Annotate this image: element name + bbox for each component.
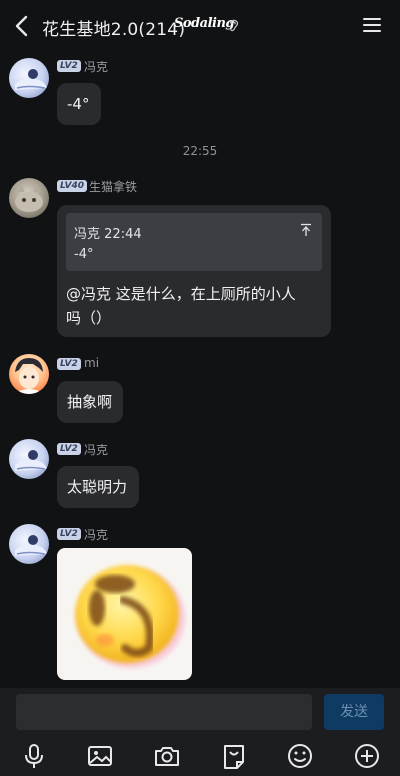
avatar[interactable] xyxy=(9,58,49,98)
plus-icon[interactable] xyxy=(353,742,381,770)
camera-icon[interactable] xyxy=(153,742,181,770)
avatar[interactable] xyxy=(9,354,49,394)
message-text-line: @冯克 这是什么，在上厕所的小人 xyxy=(66,285,296,303)
message-text: @冯克 这是什么，在上厕所的小人 吗（） xyxy=(66,282,326,330)
quote-text: -4° xyxy=(74,247,94,262)
message-input[interactable] xyxy=(16,694,312,730)
back-arrow-icon[interactable] xyxy=(12,14,32,38)
avatar-image xyxy=(13,358,45,394)
sender-name[interactable]: 冯克 xyxy=(84,526,108,543)
sender-name[interactable]: 冯克 xyxy=(84,58,108,75)
sender-name[interactable]: 生猫拿铁 xyxy=(89,178,137,195)
smiley-face-sticker xyxy=(75,565,185,668)
image-icon[interactable] xyxy=(86,742,114,770)
level-badge: LV40 xyxy=(57,180,87,192)
message-text: -4° xyxy=(67,95,90,113)
timestamp: 22:55 xyxy=(182,144,218,158)
level-badge: LV2 xyxy=(57,528,81,540)
quote-time: 22:44 xyxy=(104,227,142,242)
level-badge: LV2 xyxy=(57,443,81,455)
avatar-image xyxy=(15,450,47,471)
message-text: 太聪明力 xyxy=(67,478,128,496)
avatar-image xyxy=(15,69,47,90)
microphone-icon[interactable] xyxy=(20,742,48,770)
input-bar: 发送 xyxy=(0,688,400,776)
quote-author: 冯克 xyxy=(74,227,101,242)
jump-to-message-icon[interactable] xyxy=(300,223,312,237)
message-text: 抽象啊 xyxy=(67,393,113,411)
chat-header: 花生基地2.0(214) Sodaling xyxy=(0,0,400,52)
message-bubble[interactable]: -4° xyxy=(57,83,101,125)
menu-icon[interactable] xyxy=(362,16,382,34)
message-bubble[interactable]: 抽象啊 xyxy=(57,381,123,423)
message-text-line: 吗（） xyxy=(66,309,112,327)
avatar[interactable] xyxy=(9,439,49,479)
avatar[interactable] xyxy=(9,178,49,218)
ear-icon[interactable] xyxy=(228,17,240,33)
group-badge-logo: Sodaling xyxy=(174,16,235,31)
sticker-bag-icon[interactable] xyxy=(220,742,248,770)
level-badge: LV2 xyxy=(57,358,81,370)
avatar-image xyxy=(15,184,43,212)
level-badge: LV2 xyxy=(57,60,81,72)
group-title[interactable]: 花生基地2.0(214) xyxy=(42,15,185,40)
sender-name[interactable]: 冯克 xyxy=(84,441,108,458)
emoji-icon[interactable] xyxy=(286,742,314,770)
avatar-image xyxy=(15,535,47,556)
send-button[interactable]: 发送 xyxy=(324,694,384,730)
avatar[interactable] xyxy=(9,524,49,564)
quoted-message[interactable]: 冯克 22:44 -4° xyxy=(66,213,322,271)
message-bubble[interactable]: 太聪明力 xyxy=(57,466,139,508)
sticker-image[interactable] xyxy=(57,548,192,680)
quote-header: 冯克 22:44 xyxy=(74,223,142,242)
sender-name[interactable]: mi xyxy=(84,356,99,370)
